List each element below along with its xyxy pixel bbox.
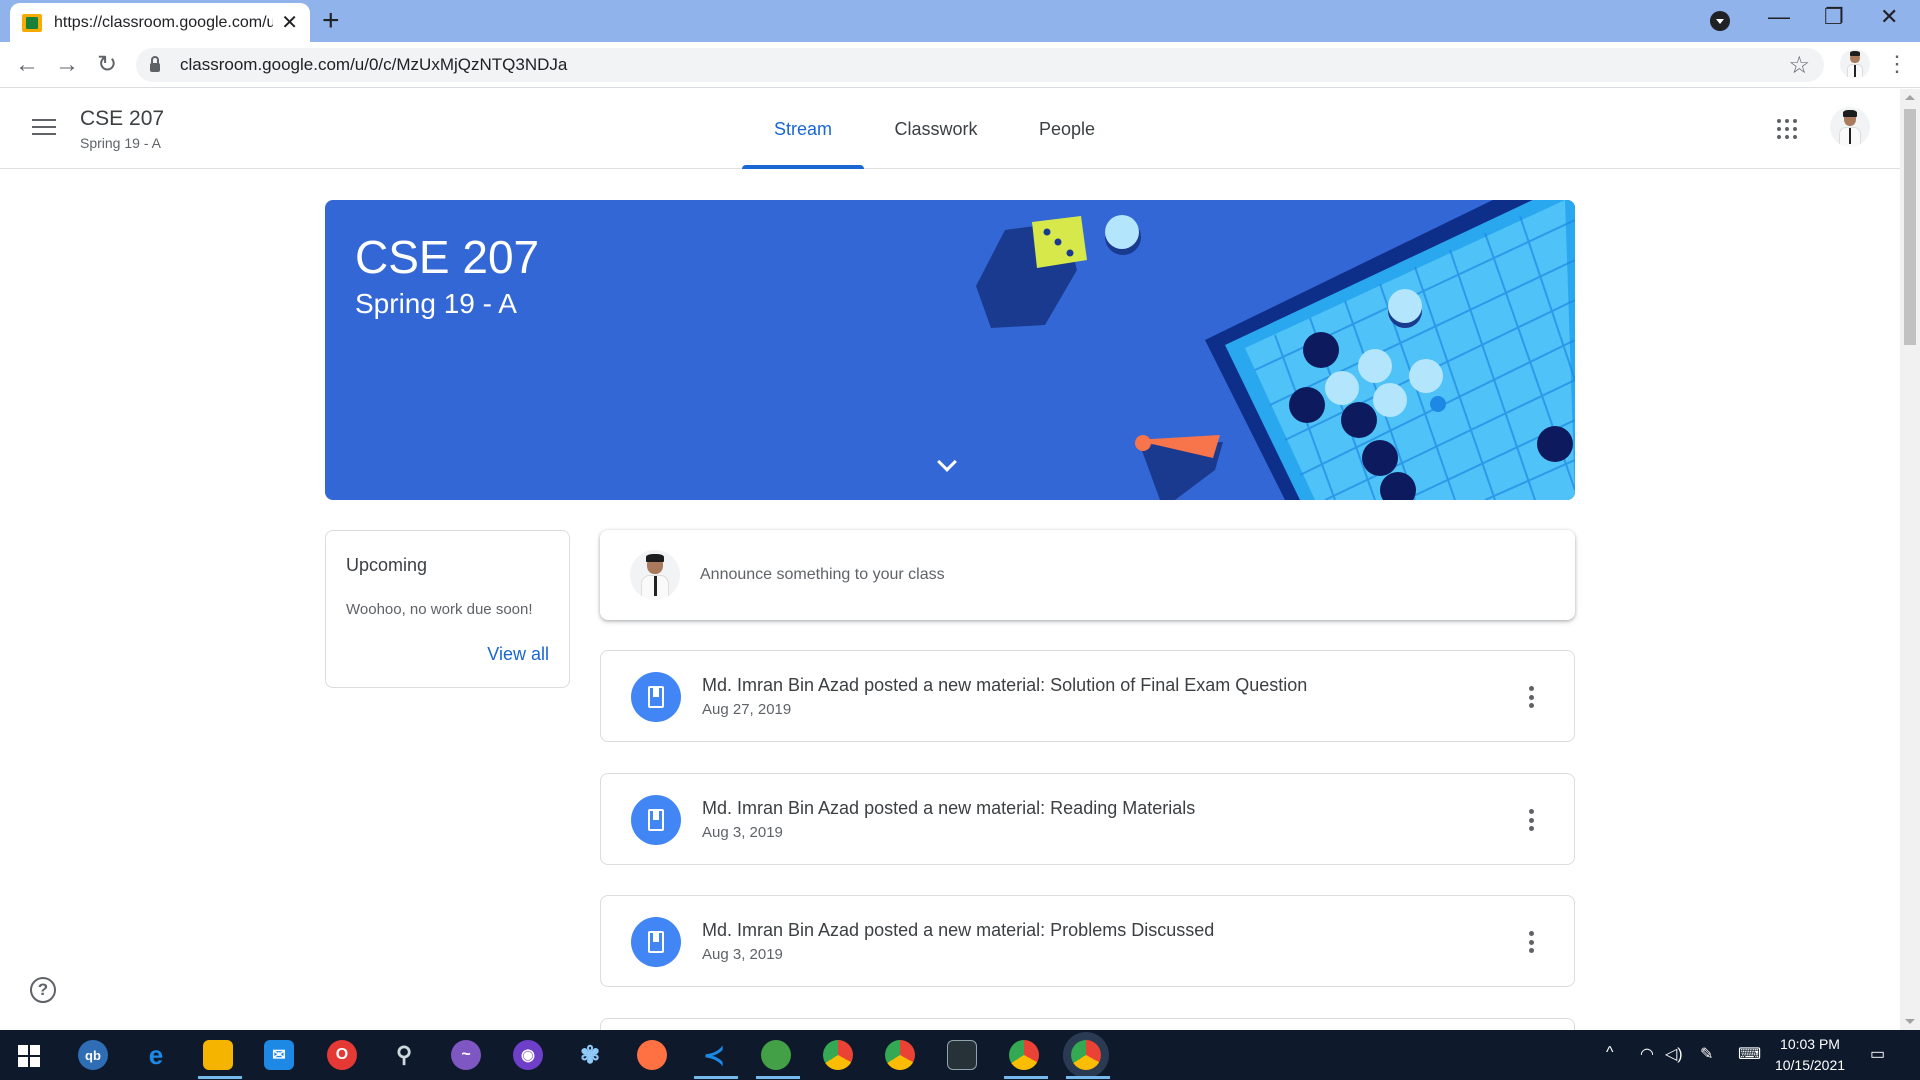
browser-tab[interactable]: https://classroom.google.com/u/ ✕ [10,3,310,42]
material-icon [631,795,681,845]
scroll-up-icon[interactable] [1905,95,1915,100]
post-card[interactable]: Md. Imran Bin Azad posted a new material… [600,650,1575,742]
menu-icon[interactable] [32,119,56,137]
reload-icon[interactable]: ↻ [92,50,122,80]
forward-icon[interactable]: → [52,50,82,80]
post-title[interactable]: Md. Imran Bin Azad posted a new material… [702,675,1307,696]
firefox-icon[interactable] [637,1040,667,1070]
upcoming-card: Upcoming Woohoo, no work due soon! View … [325,530,570,688]
classroom-favicon-icon [22,13,42,32]
scroll-down-icon[interactable] [1905,1019,1915,1024]
class-banner: CSE 207 Spring 19 - A [325,200,1575,500]
profile-avatar[interactable] [1840,49,1870,79]
satellite-icon[interactable]: ⚲ [389,1040,419,1070]
post-title[interactable]: Md. Imran Bin Azad posted a new material… [702,920,1214,941]
taskbar-active-indicator [198,1076,242,1079]
address-bar[interactable]: classroom.google.com/u/0/c/MzUxMjQzNTQ3N… [136,48,1824,82]
back-icon[interactable]: ← [12,50,42,80]
post-title[interactable]: Md. Imran Bin Azad posted a new material… [702,798,1195,819]
google-apps-icon[interactable] [1777,119,1797,139]
upcoming-title: Upcoming [346,555,428,575]
tab-search-icon[interactable] [1710,11,1730,31]
messenger-icon[interactable]: ~ [451,1040,481,1070]
star-icon[interactable]: ☆ [1788,51,1810,80]
taskbar-active-indicator [694,1076,738,1079]
browser-tabstrip: https://classroom.google.com/u/ ✕ + — ❐ … [0,0,1920,42]
volume-icon[interactable]: ◁) [1665,1044,1683,1064]
announce-box[interactable]: Announce something to your class [600,530,1575,620]
scroll-thumb[interactable] [1904,109,1916,345]
post-card[interactable]: Md. Imran Bin Azad posted a new material… [600,773,1575,865]
google-earth-icon[interactable] [761,1040,791,1070]
taskbar-active-indicator [1004,1076,1048,1079]
qbittorrent-icon[interactable]: qb [78,1040,108,1070]
kebab-icon[interactable]: ⋮ [1886,49,1908,79]
classroom-header: CSE 207 Spring 19 - A Stream Classwork P… [0,89,1900,169]
edge-icon[interactable]: e [141,1040,171,1070]
announce-placeholder[interactable]: Announce something to your class [700,566,945,584]
browser-toolbar: ← → ↻ classroom.google.com/u/0/c/MzUxMjQ… [0,42,1920,88]
banner-subtitle: Spring 19 - A [355,288,517,319]
restore-icon[interactable]: ❐ [1824,4,1844,30]
help-icon[interactable]: ? [30,977,56,1003]
upcoming-message: Woohoo, no work due soon! [346,601,533,618]
course-title[interactable]: CSE 207 [80,107,164,131]
close-icon[interactable]: ✕ [281,10,298,35]
window-close-icon[interactable]: ✕ [1880,4,1898,30]
chrome-profile-icon[interactable] [1009,1040,1039,1070]
network-icon[interactable]: ◠ [1640,1044,1654,1064]
tab-stream[interactable]: Stream [742,89,864,169]
tray-chevron-up-icon[interactable]: ^ [1606,1044,1614,1062]
material-icon [631,917,681,967]
kebab-menu-icon[interactable] [1528,686,1534,708]
account-avatar[interactable] [1830,107,1870,147]
pen-icon[interactable]: ✎ [1700,1044,1713,1064]
course-subtitle: Spring 19 - A [80,135,161,151]
tab-classwork[interactable]: Classwork [878,89,994,169]
file-explorer-icon[interactable] [203,1040,233,1070]
chrome-icon[interactable] [885,1040,915,1070]
tab-title: https://classroom.google.com/u/ [54,13,274,31]
tab-people[interactable]: People [1024,89,1110,169]
chrome-icon[interactable] [823,1040,853,1070]
post-card[interactable]: Md. Imran Bin Azad posted a new material… [600,895,1575,987]
opera-icon[interactable]: O [327,1040,357,1070]
kebab-menu-icon[interactable] [1528,809,1534,831]
clock-date: 10/15/2021 [1774,1057,1846,1073]
windows-taskbar: qb e ✉ O ⚲ ~ ◉ ✾ ≺ ^ ◠ ◁) ✎ ⌨ 10:03 PM 1… [0,1030,1920,1080]
taskbar-clock[interactable]: 10:03 PM 10/15/2021 [1770,1034,1850,1076]
clock-time: 10:03 PM [1780,1036,1840,1052]
user-avatar [630,550,680,600]
chrome-active-icon[interactable] [1071,1040,1101,1070]
terminal-icon[interactable] [947,1040,977,1070]
banner-title: CSE 207 [355,231,540,283]
windows-start-icon[interactable] [18,1045,40,1067]
plus-icon[interactable]: + [322,6,340,36]
keyboard-icon[interactable]: ⌨ [1738,1044,1761,1064]
post-date: Aug 3, 2019 [702,824,783,841]
notifications-icon[interactable]: ▭ [1870,1044,1885,1064]
page-scrollbar[interactable] [1900,89,1920,1030]
mail-icon[interactable]: ✉ [264,1040,294,1070]
post-date: Aug 3, 2019 [702,946,783,963]
pinwheel-icon[interactable]: ✾ [575,1040,605,1070]
taskbar-active-indicator [1066,1076,1110,1079]
url-text[interactable]: classroom.google.com/u/0/c/MzUxMjQzNTQ3N… [180,55,567,75]
minimize-icon[interactable]: — [1768,4,1790,30]
lock-icon[interactable] [150,56,160,72]
kebab-menu-icon[interactable] [1528,931,1534,953]
taskbar-active-indicator [756,1076,800,1079]
github-icon[interactable]: ◉ [513,1040,543,1070]
material-icon [631,672,681,722]
vscode-icon[interactable]: ≺ [699,1040,729,1070]
post-date: Aug 27, 2019 [702,701,792,718]
view-all-link[interactable]: View all [487,644,549,665]
